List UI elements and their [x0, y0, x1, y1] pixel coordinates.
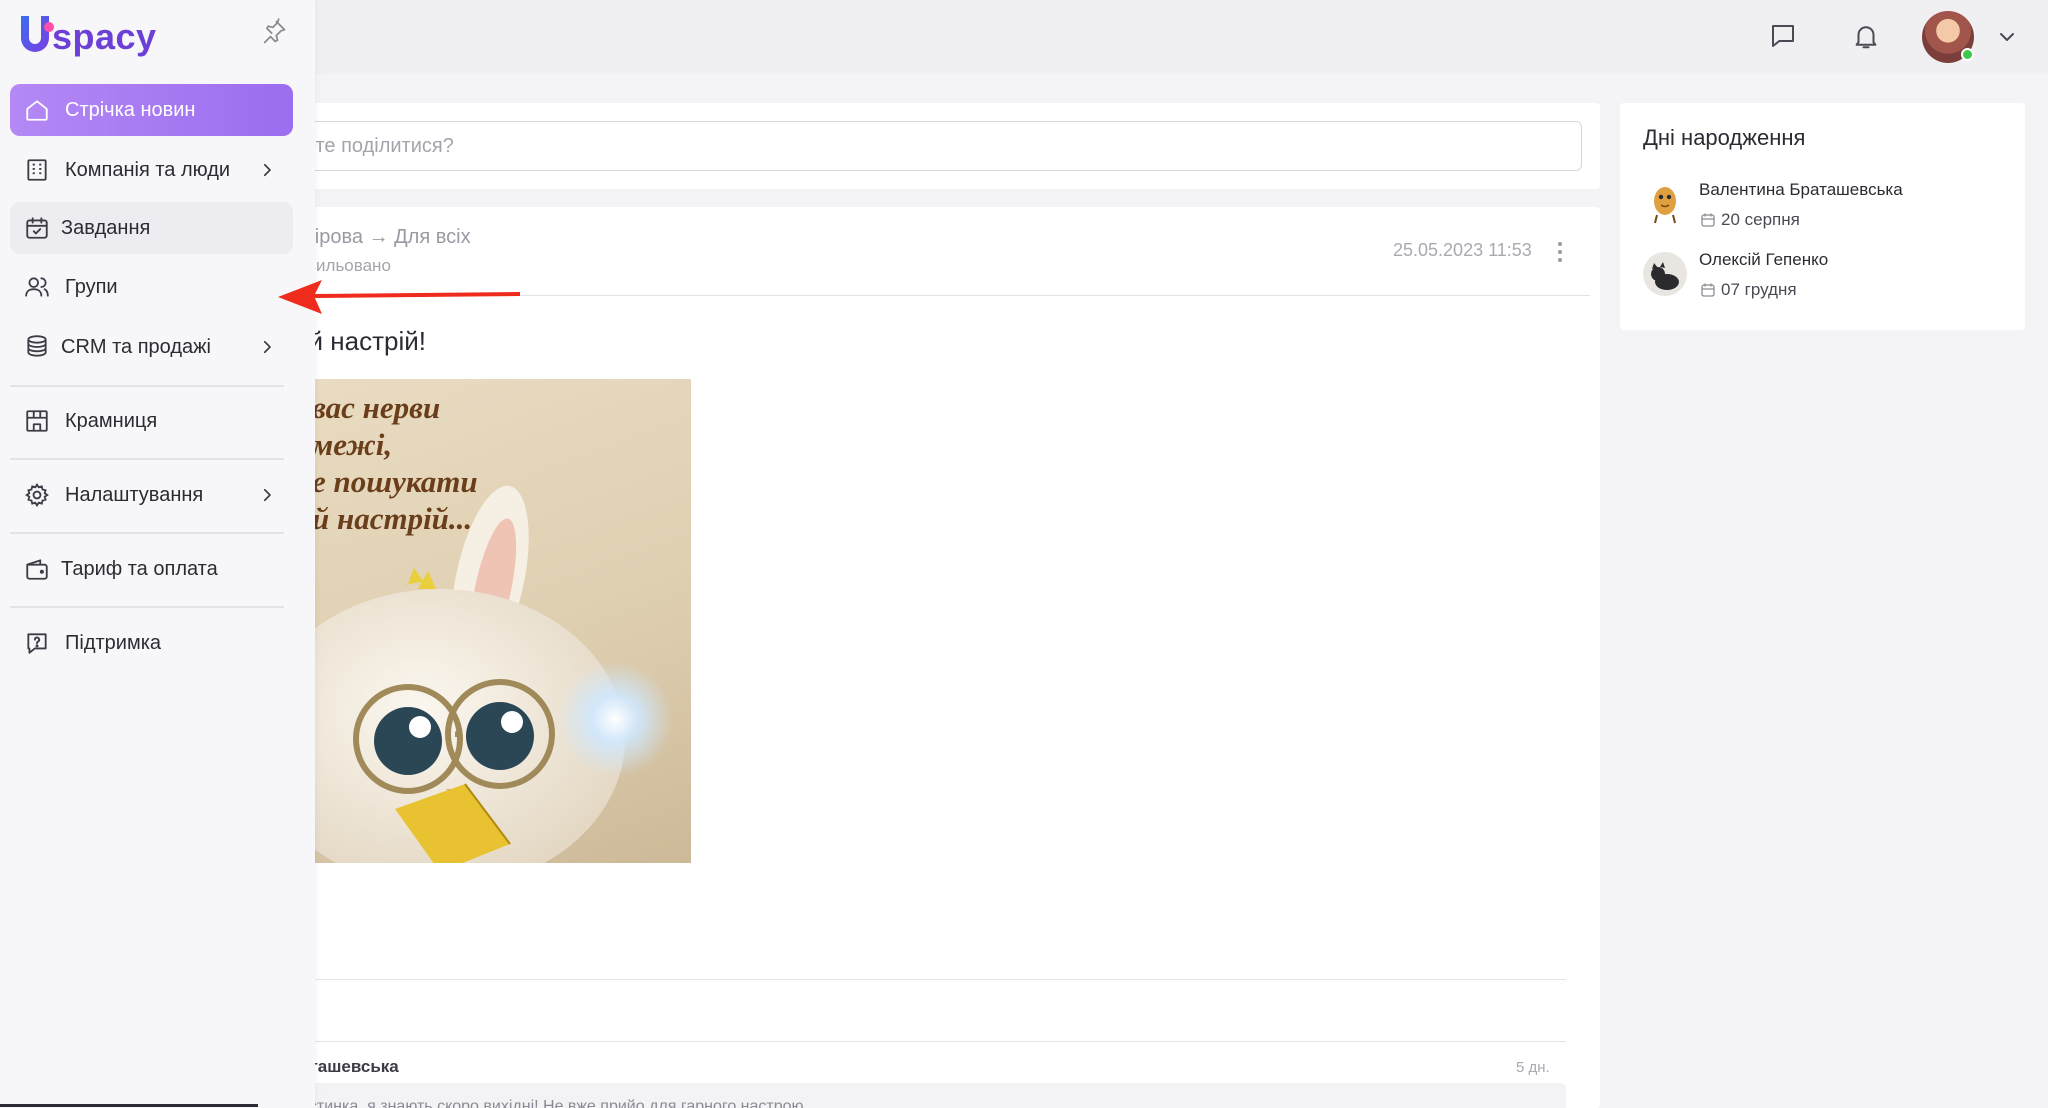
pin-icon[interactable] — [260, 18, 288, 46]
chevron-right-icon — [263, 163, 271, 177]
potato-avatar-icon — [1654, 187, 1676, 224]
more-vertical-icon[interactable] — [1549, 238, 1571, 266]
database-icon — [27, 335, 47, 357]
sidebar-item-store[interactable]: Крамниця — [10, 395, 293, 447]
bell-icon[interactable] — [1848, 18, 1884, 54]
sidebar-item-company[interactable]: Компанія та люди — [10, 144, 293, 196]
building-icon — [27, 159, 47, 181]
logo-u-icon — [21, 16, 54, 52]
sidebar-item-label: Налаштування — [65, 483, 204, 506]
sidebar-item-tasks[interactable]: Завдання — [10, 202, 293, 254]
cat-avatar-icon — [1651, 262, 1679, 290]
birthday-avatar[interactable] — [1643, 181, 1687, 225]
user-avatar[interactable] — [1922, 11, 1974, 63]
sidebar-item-label: CRM та продажі — [61, 335, 211, 358]
sidebar-item-label: Завдання — [61, 216, 151, 239]
divider — [10, 458, 284, 460]
annotation-arrow-icon — [278, 280, 520, 314]
sidebar-item-label: Стрічка новин — [65, 98, 196, 121]
calendar-check-icon — [26, 217, 48, 239]
users-icon — [25, 277, 49, 297]
sidebar-item-settings[interactable]: Налаштування — [10, 469, 293, 521]
sidebar-item-news-feed[interactable]: Стрічка новин — [10, 84, 293, 136]
birthday-date: 20 серпня — [1721, 210, 1800, 229]
uspacy-logo[interactable]: spacy — [18, 14, 168, 58]
sidebar-item-label: Підтримка — [65, 631, 162, 654]
post-image[interactable]: вас нерви межі, е пошукати й настрій... — [290, 379, 691, 863]
help-icon — [27, 633, 47, 654]
home-icon — [26, 100, 48, 121]
image-caption: вас нерви межі, е пошукати й настрій... — [312, 390, 478, 536]
comment-age: 5 дн. — [1516, 1059, 1550, 1076]
divider — [0, 1104, 258, 1107]
divider — [10, 385, 284, 387]
divider — [300, 979, 1566, 980]
post-date: 25.05.2023 11:53 — [1393, 240, 1532, 260]
sidebar-item-label: Компанія та люди — [65, 158, 231, 181]
online-status-dot — [1961, 48, 1974, 61]
sidebar-item-groups[interactable]: Групи — [10, 261, 293, 313]
birthday-name[interactable]: Валентина Браташевська — [1699, 180, 1903, 200]
birthday-avatar[interactable] — [1643, 252, 1687, 296]
chevron-right-icon — [263, 340, 271, 354]
chat-icon[interactable] — [1765, 18, 1801, 54]
store-icon — [26, 410, 48, 432]
birthday-date: 07 грудня — [1721, 280, 1797, 299]
chevron-right-icon — [263, 488, 271, 502]
calendar-icon — [1701, 283, 1715, 297]
sidebar-item-label: Крамниця — [65, 409, 158, 432]
sidebar-item-crm[interactable]: CRM та продажі — [10, 321, 293, 373]
sidebar: spacy Стрічка новин Компанія та люди Зав… — [0, 0, 315, 1108]
sidebar-item-support[interactable]: Підтримка — [10, 617, 293, 669]
logo-text: spacy — [52, 16, 157, 57]
divider — [300, 1041, 1566, 1042]
chevron-down-icon[interactable] — [1993, 25, 2021, 49]
gear-icon — [25, 483, 49, 507]
divider — [10, 606, 284, 608]
wallet-icon — [26, 559, 48, 580]
comment-text: рстинка, я знають скоро вихідні! Не вже … — [300, 1098, 804, 1108]
sidebar-item-label: Тариф та оплата — [61, 557, 218, 580]
birthday-name[interactable]: Олексій Гепенко — [1699, 250, 1828, 270]
calendar-icon — [1701, 213, 1715, 227]
sidebar-item-label: Групи — [65, 275, 118, 298]
birthdays-title: Дні народження — [1643, 125, 1806, 150]
sidebar-item-billing[interactable]: Тариф та оплата — [10, 543, 293, 595]
divider — [10, 532, 284, 534]
share-post-input[interactable] — [290, 121, 1582, 171]
post-author-line[interactable]: шкірова → Для всіх — [290, 226, 471, 249]
